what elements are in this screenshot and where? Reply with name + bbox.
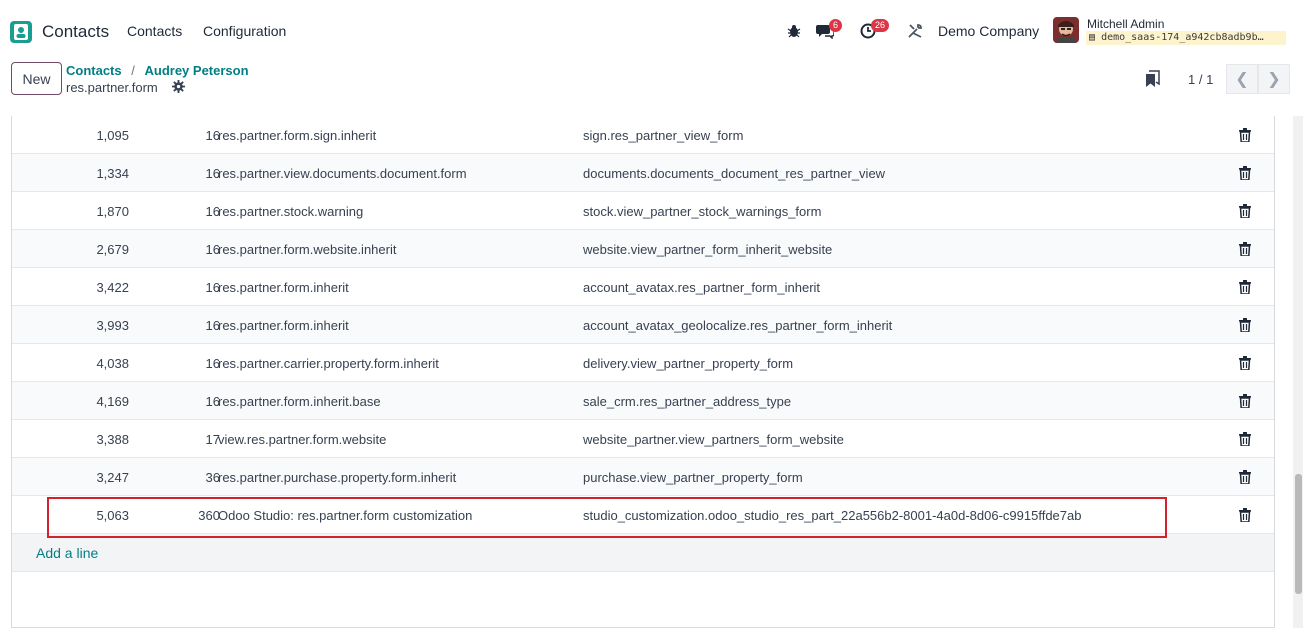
view-id-cell: 2,679 [96,242,129,257]
xml-id-cell: account_avatax_geolocalize.res_partner_f… [583,318,893,333]
xml-id-cell: sign.res_partner_view_form [583,128,744,143]
add-line-link[interactable]: Add a line [36,545,98,561]
view-name-cell: res.partner.form.sign.inherit [218,128,377,143]
chevron-right-icon: ❯ [1267,71,1281,88]
scrollbar-thumb[interactable] [1295,474,1302,594]
trash-icon[interactable] [1239,204,1251,218]
breadcrumb-separator: / [131,63,135,78]
view-id-cell: 4,038 [96,356,129,371]
user-avatar[interactable] [1053,17,1079,43]
trash-icon[interactable] [1239,280,1251,294]
app-name[interactable]: Contacts [42,22,109,42]
bug-icon[interactable] [786,23,802,39]
view-id-cell: 3,993 [96,318,129,333]
view-id-cell: 1,870 [96,204,129,219]
pager-value[interactable]: 1 / 1 [1188,72,1213,87]
table-row[interactable]: 3,993 16 res.partner.form.inherit account_a… [12,306,1274,344]
messages-badge: 6 [829,19,843,32]
trash-icon[interactable] [1239,394,1251,408]
table-row[interactable]: 1,870 16 res.partner.stock.warning stock.vi… [12,192,1274,230]
trash-icon[interactable] [1239,432,1251,446]
trash-icon[interactable] [1239,166,1251,180]
view-id-cell: 3,247 [96,470,129,485]
view-id-cell: 3,422 [96,280,129,295]
table-row[interactable]: 2,679 16 res.partner.form.website.inherit w… [12,230,1274,268]
table-row[interactable]: 4,038 16 res.partner.carrier.property.form… [12,344,1274,382]
view-id-cell: 4,169 [96,394,129,409]
menu-configuration[interactable]: Configuration [203,23,286,39]
view-name-cell: res.partner.stock.warning [218,204,364,219]
new-button[interactable]: New [11,62,62,95]
record-model: res.partner.form [66,80,158,95]
breadcrumb-contacts[interactable]: Contacts [66,63,122,78]
xml-id-cell: stock.view_partner_stock_warnings_form [583,204,822,219]
xml-id-cell: delivery.view_partner_property_form [583,356,794,371]
trash-icon[interactable] [1239,470,1251,484]
view-name-cell: res.partner.form.inherit.base [218,394,381,409]
table-row[interactable]: 3,388 17 view.res.partner.form.website webs… [12,420,1274,458]
xml-id-cell: sale_crm.res_partner_address_type [583,394,792,409]
view-name-cell: view.res.partner.form.website [218,432,387,447]
view-name-cell: res.partner.view.documents.document.form [218,166,467,181]
table-row[interactable]: 4,169 16 res.partner.form.inherit.base sale… [12,382,1274,420]
view-name-cell: res.partner.form.website.inherit [218,242,397,257]
view-name-cell: res.partner.form.inherit [218,318,349,333]
view-id-cell: 1,095 [96,128,129,143]
view-name-cell: res.partner.carrier.property.form.inheri… [218,356,439,371]
inherited-views-table: 5,063 360 Odoo Studio: res.partner.form cu… [11,116,1275,628]
highlighted-row-outline [47,497,1167,538]
trash-icon[interactable] [1239,318,1251,332]
database-tag: ▤ demo_saas-174_a942cb8adb9b… [1086,31,1286,45]
table-row[interactable]: 1,334 16 res.partner.view.documents.docume… [12,154,1274,192]
add-line-row: Add a line [12,534,1274,572]
table-row[interactable]: 3,422 16 res.partner.form.inherit account_a… [12,268,1274,306]
database-icon: ▤ [1089,32,1096,43]
trash-icon[interactable] [1239,508,1251,522]
pager-next-button[interactable]: ❯ [1258,64,1290,94]
xml-id-cell: documents.documents_document_res_partner… [583,166,886,181]
chevron-left-icon: ❮ [1235,71,1249,88]
bookmark-icon[interactable] [1144,70,1160,88]
tools-icon[interactable] [906,22,924,40]
breadcrumb: Contacts / Audrey Peterson [66,63,249,78]
gear-icon[interactable] [172,80,185,93]
xml-id-cell: website.view_partner_form_inherit_websit… [583,242,833,257]
view-name-cell: res.partner.purchase.property.form.inher… [218,470,457,485]
xml-id-cell: account_avatax.res_partner_form_inherit [583,280,821,295]
trash-icon[interactable] [1239,128,1251,142]
top-navbar: Contacts Contacts Configuration 6 26 Dem… [0,8,1304,54]
view-id-cell: 1,334 [96,166,129,181]
contacts-app-icon[interactable] [10,21,32,43]
trash-icon[interactable] [1239,242,1251,256]
xml-id-cell: website_partner.view_partners_form_websi… [583,432,844,447]
pager-previous-button[interactable]: ❮ [1226,64,1258,94]
breadcrumb-current: Audrey Peterson [144,63,249,78]
table-row[interactable]: 1,095 16 res.partner.form.sign.inherit sign… [12,116,1274,154]
menu-contacts[interactable]: Contacts [127,23,182,39]
user-name[interactable]: Mitchell Admin [1087,17,1164,31]
database-name: demo_saas-174_a942cb8adb9b… [1101,32,1264,43]
trash-icon[interactable] [1239,356,1251,370]
activities-badge: 26 [871,19,890,32]
table-row[interactable]: 3,247 36 res.partner.purchase.property.for… [12,458,1274,496]
view-id-cell: 3,388 [96,432,129,447]
company-switcher[interactable]: Demo Company [938,23,1039,39]
xml-id-cell: purchase.view_partner_property_form [583,470,803,485]
view-name-cell: res.partner.form.inherit [218,280,349,295]
